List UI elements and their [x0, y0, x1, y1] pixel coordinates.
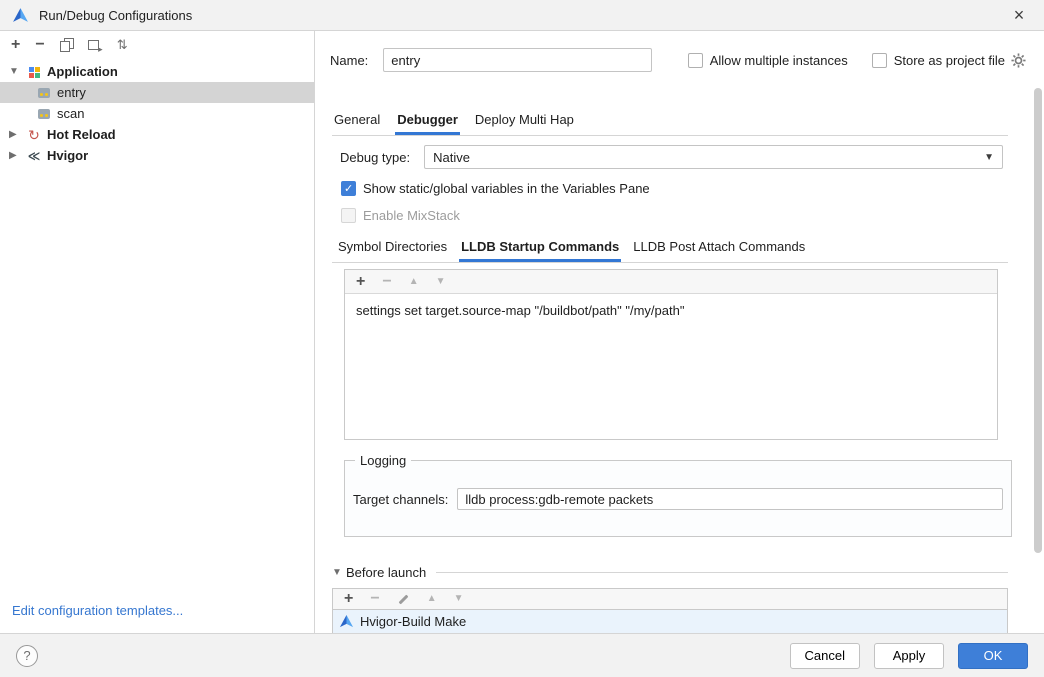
gear-icon[interactable] [1011, 53, 1026, 68]
edit-task-icon[interactable] [397, 593, 410, 606]
apply-button[interactable]: Apply [874, 643, 944, 669]
before-launch-toolbar: + − ▲ ▼ [332, 588, 1008, 610]
commands-toolbar: + − ▲ ▼ [345, 270, 997, 294]
app-logo-icon [12, 7, 29, 24]
titlebar: Run/Debug Configurations × [0, 0, 1044, 31]
chevron-down-icon: ▼ [984, 152, 994, 163]
ok-button[interactable]: OK [958, 643, 1028, 669]
tree-item-label: scan [57, 106, 84, 121]
tab-debugger[interactable]: Debugger [395, 108, 460, 135]
copy-configuration-icon[interactable] [60, 38, 73, 51]
commands-text-area[interactable]: settings set target.source-map "/buildbo… [345, 294, 997, 327]
sidebar-toolbar: + − ⇅ [0, 31, 314, 58]
main-tab-bar: General Debugger Deploy Multi Hap [332, 108, 1008, 136]
chevron-right-icon[interactable]: ▶ [9, 150, 26, 161]
module-icon [36, 85, 52, 101]
add-command-icon[interactable]: + [356, 274, 365, 290]
debug-type-row: Debug type: Native ▼ [340, 145, 1003, 169]
move-up-icon[interactable]: ▲ [409, 277, 419, 287]
tab-deploy-multi-hap[interactable]: Deploy Multi Hap [473, 108, 576, 135]
configuration-editor-panel: Name: Allow multiple instances Store as … [316, 31, 1044, 633]
chevron-right-icon[interactable]: ▶ [9, 129, 26, 140]
tree-item-scan[interactable]: scan [0, 103, 314, 124]
tab-lldb-post-attach-commands[interactable]: LLDB Post Attach Commands [631, 235, 807, 262]
debug-type-value: Native [433, 150, 470, 165]
debug-type-label: Debug type: [340, 150, 410, 165]
tree-item-application[interactable]: ▼ Application [0, 61, 314, 82]
show-static-variables-checkbox[interactable] [341, 181, 356, 196]
cancel-button[interactable]: Cancel [790, 643, 860, 669]
remove-configuration-icon[interactable]: − [35, 37, 44, 53]
move-task-up-icon[interactable]: ▲ [427, 594, 437, 604]
sort-configurations-icon[interactable]: ⇅ [117, 38, 128, 51]
add-task-icon[interactable]: + [344, 591, 353, 607]
debug-type-dropdown[interactable]: Native ▼ [424, 145, 1003, 169]
lldb-tab-bar: Symbol Directories LLDB Startup Commands… [332, 235, 1008, 263]
tree-item-label: entry [57, 85, 86, 100]
startup-commands-editor: + − ▲ ▼ settings set target.source-map "… [344, 269, 998, 440]
before-launch-header[interactable]: ▼ Before launch [332, 565, 1008, 580]
tree-item-hvigor[interactable]: ▶ ≪ Hvigor [0, 145, 314, 166]
tree-item-label: Hot Reload [47, 127, 116, 142]
vertical-scrollbar[interactable] [1034, 88, 1042, 553]
tab-lldb-startup-commands[interactable]: LLDB Startup Commands [459, 235, 621, 262]
hot-reload-icon: ↻ [26, 127, 42, 143]
hvigor-icon: ≪ [26, 148, 42, 164]
chevron-down-icon[interactable]: ▼ [332, 567, 346, 578]
edit-configuration-templates-link[interactable]: Edit configuration templates... [12, 603, 183, 618]
show-static-row: Show static/global variables in the Vari… [341, 181, 650, 196]
remove-task-icon[interactable]: − [370, 591, 379, 607]
name-label: Name: [330, 53, 368, 68]
tab-general[interactable]: General [332, 108, 382, 135]
tree-item-entry[interactable]: entry [0, 82, 314, 103]
help-button[interactable]: ? [16, 645, 38, 667]
logging-group: Logging Target channels: [344, 453, 1012, 537]
allow-multiple-instances-label: Allow multiple instances [710, 53, 848, 68]
chevron-down-icon[interactable]: ▼ [9, 66, 26, 77]
allow-multiple-instances-checkbox[interactable] [688, 53, 703, 68]
hvigor-build-icon [339, 614, 354, 629]
target-channels-row: Target channels: [353, 488, 1003, 510]
enable-mixstack-checkbox[interactable] [341, 208, 356, 223]
configurations-sidebar: + − ⇅ ▼ Application entry scan ▶ ↻ [0, 31, 315, 633]
logging-group-title: Logging [355, 453, 411, 468]
tree-item-hot-reload[interactable]: ▶ ↻ Hot Reload [0, 124, 314, 145]
configuration-tree: ▼ Application entry scan ▶ ↻ Hot Reload … [0, 61, 314, 166]
move-task-down-icon[interactable]: ▼ [454, 594, 464, 604]
move-configuration-icon[interactable] [88, 38, 102, 51]
store-as-project-file-label: Store as project file [894, 53, 1005, 68]
name-row: Name: Allow multiple instances Store as … [330, 48, 1026, 72]
dialog-footer: ? Cancel Apply OK [0, 633, 1044, 677]
before-launch-task-row[interactable]: Hvigor-Build Make [332, 610, 1008, 633]
close-icon[interactable]: × [1006, 2, 1032, 28]
divider [436, 572, 1008, 573]
module-icon [36, 106, 52, 122]
tab-symbol-directories[interactable]: Symbol Directories [336, 235, 449, 262]
move-down-icon[interactable]: ▼ [436, 277, 446, 287]
before-launch-title: Before launch [346, 565, 426, 580]
remove-command-icon[interactable]: − [382, 274, 391, 290]
enable-mixstack-label: Enable MixStack [363, 208, 460, 223]
application-icon [26, 64, 42, 80]
target-channels-label: Target channels: [353, 492, 448, 507]
tree-item-label: Hvigor [47, 148, 88, 163]
run-debug-configurations-dialog: Run/Debug Configurations × + − ⇅ ▼ Appli… [0, 0, 1044, 677]
store-as-project-file-checkbox[interactable] [872, 53, 887, 68]
target-channels-input[interactable] [457, 488, 1003, 510]
add-configuration-icon[interactable]: + [11, 37, 20, 53]
tree-item-label: Application [47, 64, 118, 79]
mixstack-row: Enable MixStack [341, 208, 460, 223]
show-static-variables-label: Show static/global variables in the Vari… [363, 181, 650, 196]
footer-buttons: Cancel Apply OK [790, 643, 1028, 669]
before-launch-task-label: Hvigor-Build Make [360, 614, 466, 629]
dialog-title: Run/Debug Configurations [39, 8, 192, 23]
name-input[interactable] [383, 48, 652, 72]
